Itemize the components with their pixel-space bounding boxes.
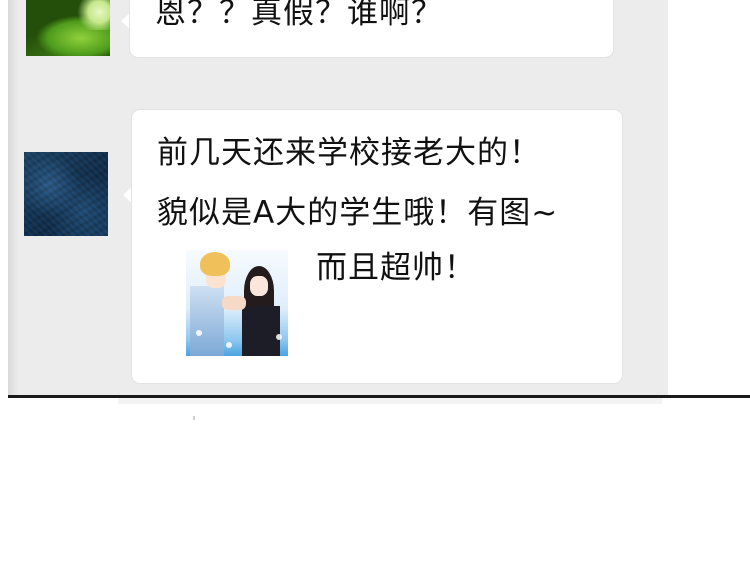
avatar-glare bbox=[74, 0, 110, 30]
message-2-line-1: 前几天还来学校接老大的！ bbox=[157, 135, 541, 171]
sticker-sparkle bbox=[276, 334, 282, 340]
sticker-girl-body bbox=[242, 306, 280, 356]
sticker-sparkle bbox=[226, 342, 232, 348]
message-2-line-3: 而且超帅！ bbox=[316, 250, 476, 286]
panel-shadow bbox=[118, 398, 662, 404]
sticker-girl-face bbox=[250, 276, 268, 296]
avatar-blue-texture-icon[interactable] bbox=[24, 152, 108, 236]
sticker-sparkle bbox=[196, 330, 202, 336]
avatar-green-leaf-icon[interactable] bbox=[26, 0, 110, 56]
sticker-boy-body bbox=[190, 286, 224, 356]
stray-mark bbox=[193, 416, 195, 420]
message-2-line-2: 貌似是A大的学生哦！有图~ bbox=[157, 195, 559, 231]
sticker-hands bbox=[222, 296, 246, 310]
panel-edge-shade bbox=[8, 0, 18, 396]
message-1-text: 恩？？真假？谁啊？ bbox=[155, 0, 443, 31]
anime-couple-sticker-image[interactable] bbox=[186, 250, 288, 356]
avatar-texture bbox=[24, 152, 108, 236]
sticker-boy-hair bbox=[200, 252, 230, 276]
